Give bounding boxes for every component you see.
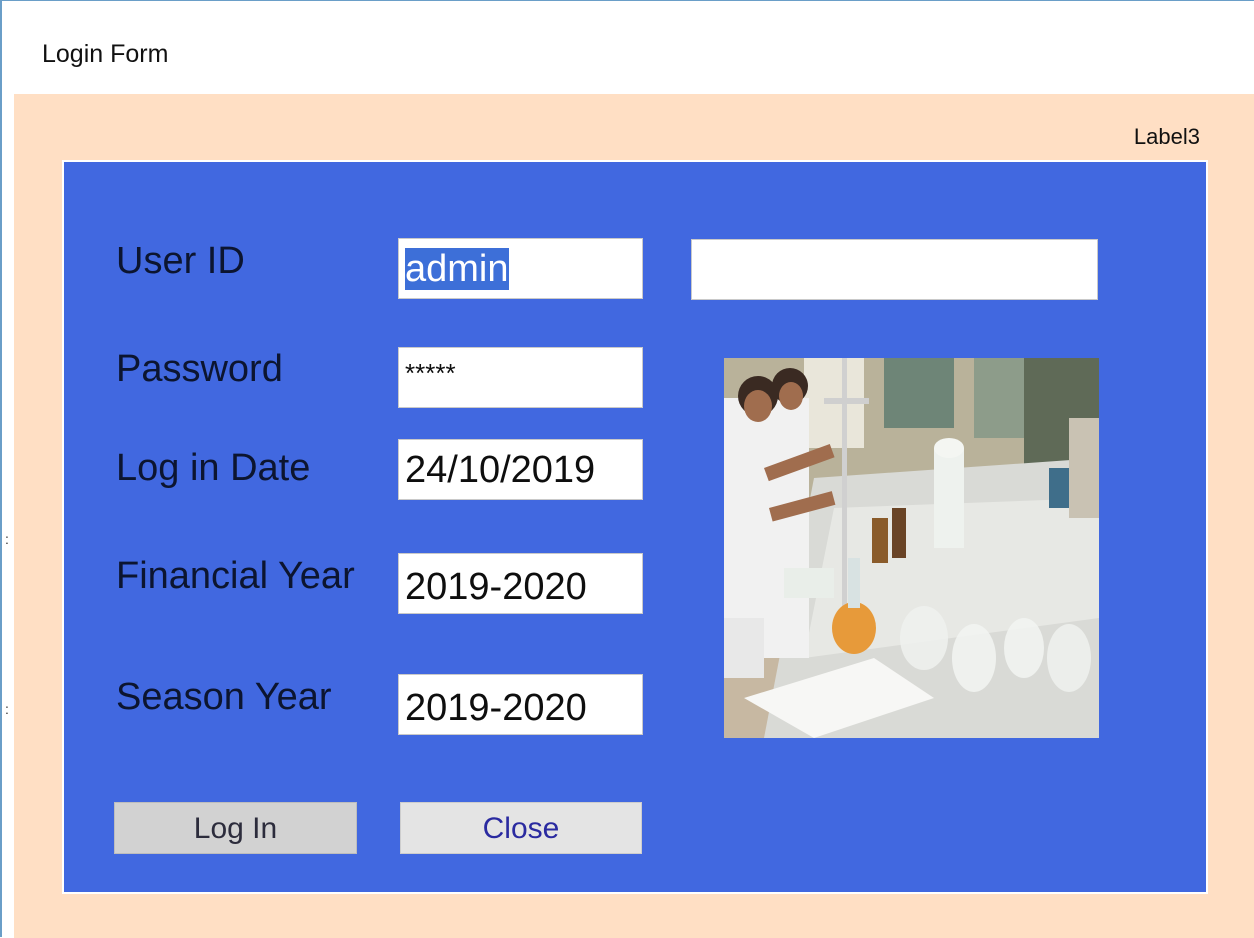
title-bar[interactable]: Login Form bbox=[4, 2, 1254, 94]
financial-year-label: Financial Year bbox=[116, 555, 355, 597]
close-button[interactable]: Close bbox=[400, 802, 642, 854]
laboratory-photo-icon bbox=[724, 358, 1099, 738]
login-date-label: Log in Date bbox=[116, 447, 311, 489]
season-year-input[interactable]: 2019-2020 bbox=[398, 674, 643, 735]
form-client-area: Label3 User ID admin Password ***** Log … bbox=[14, 94, 1254, 938]
window-title: Login Form bbox=[42, 40, 169, 68]
user-id-value: admin bbox=[405, 248, 509, 290]
user-id-input[interactable]: admin bbox=[398, 238, 643, 299]
extra-text-field[interactable] bbox=[691, 239, 1098, 300]
financial-year-value: 2019-2020 bbox=[405, 566, 587, 608]
login-date-value: 24/10/2019 bbox=[405, 449, 596, 491]
password-value: ***** bbox=[405, 358, 456, 388]
user-id-label: User ID bbox=[116, 240, 245, 282]
password-label: Password bbox=[116, 348, 283, 390]
corner-label: Label3 bbox=[1133, 124, 1200, 149]
resize-grip-mark: : bbox=[5, 531, 9, 547]
resize-grip-mark: : bbox=[5, 701, 9, 717]
financial-year-input[interactable]: 2019-2020 bbox=[398, 553, 643, 614]
laboratory-photo bbox=[724, 358, 1099, 738]
password-input[interactable]: ***** bbox=[398, 347, 643, 408]
login-button[interactable]: Log In bbox=[114, 802, 357, 854]
login-panel: User ID admin Password ***** Log in Date… bbox=[62, 160, 1208, 894]
login-date-input[interactable]: 24/10/2019 bbox=[398, 439, 643, 500]
season-year-label: Season Year bbox=[116, 676, 332, 718]
login-window: Login Form : : Label3 User ID admin Pass… bbox=[0, 0, 1254, 938]
season-year-value: 2019-2020 bbox=[405, 687, 587, 729]
